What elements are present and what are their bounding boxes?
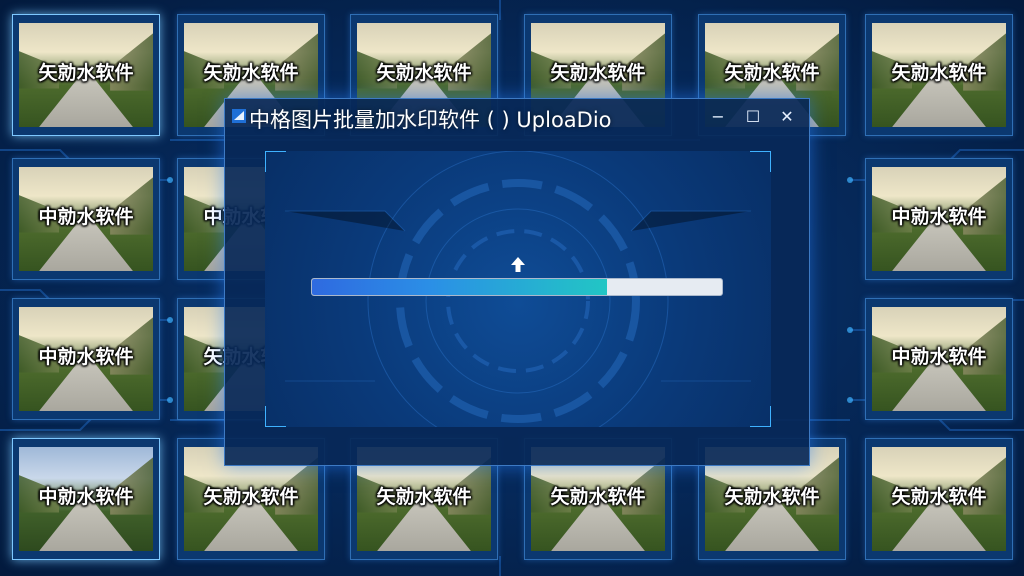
upload-progress-bar xyxy=(311,278,723,296)
image-thumbnail[interactable]: 矢勍水软件 xyxy=(865,14,1013,136)
thumbnail-photo: 矢勍水软件 xyxy=(19,23,153,127)
watermark-text: 中勍水软件 xyxy=(891,346,987,369)
thumbnail-photo: 中勍水软件 xyxy=(19,167,153,271)
watermark-text: 矢勍水软件 xyxy=(203,62,299,85)
watermark-text: 中勍水软件 xyxy=(38,486,134,509)
minimize-icon[interactable]: − xyxy=(707,107,729,127)
watermark-text: 矢勍水软件 xyxy=(891,62,987,85)
watermark-text: 矢勍水软件 xyxy=(724,486,820,509)
thumbnail-photo: 中勍水软件 xyxy=(872,307,1006,411)
corner-bracket xyxy=(750,151,771,172)
watermark-text: 矢勍水软件 xyxy=(891,486,987,509)
progress-fill xyxy=(312,279,608,295)
thumbnail-photo: 中勍水软件 xyxy=(19,447,153,551)
image-thumbnail[interactable]: 矢勍水软件 xyxy=(865,438,1013,560)
image-thumbnail[interactable]: 中勍水软件 xyxy=(865,158,1013,280)
watermark-text: 中勍水软件 xyxy=(891,206,987,229)
corner-bracket xyxy=(265,151,286,172)
watermark-text: 矢勍水软件 xyxy=(550,62,646,85)
image-thumbnail[interactable]: 中勍水软件 xyxy=(12,438,160,560)
thumbnail-photo: 中勍水软件 xyxy=(872,167,1006,271)
image-thumbnail[interactable]: 中勍水软件 xyxy=(12,158,160,280)
close-icon[interactable]: ✕ xyxy=(776,107,798,127)
dialog-titlebar[interactable]: 中格图片批量加水印软件 ( ) UploaDio − ☐ ✕ xyxy=(225,99,809,137)
image-thumbnail[interactable]: 中勍水软件 xyxy=(12,298,160,420)
watermark-text: 矢勍水软件 xyxy=(376,62,472,85)
upload-arrow-icon xyxy=(511,257,525,272)
upload-panel xyxy=(265,151,771,427)
thumbnail-photo: 矢勍水软件 xyxy=(872,23,1006,127)
corner-bracket xyxy=(265,406,286,427)
watermark-text: 矢勍水软件 xyxy=(376,486,472,509)
watermark-text: 中勍水软件 xyxy=(38,206,134,229)
watermark-text: 矢勍水软件 xyxy=(38,62,134,85)
app-logo-icon xyxy=(232,109,246,123)
watermark-text: 中勍水软件 xyxy=(38,346,134,369)
maximize-icon[interactable]: ☐ xyxy=(742,107,764,127)
image-thumbnail[interactable]: 中勍水软件 xyxy=(865,298,1013,420)
thumbnail-photo: 矢勍水软件 xyxy=(872,447,1006,551)
corner-bracket xyxy=(750,406,771,427)
watermark-text: 矢勍水软件 xyxy=(724,62,820,85)
dialog-title: 中格图片批量加水印软件 ( ) UploaDio xyxy=(249,108,612,132)
watermark-text: 矢勍水软件 xyxy=(203,486,299,509)
thumbnail-photo: 中勍水软件 xyxy=(19,307,153,411)
watermark-text: 矢勍水软件 xyxy=(550,486,646,509)
watermark-dialog: 中格图片批量加水印软件 ( ) UploaDio − ☐ ✕ xyxy=(224,98,810,466)
image-thumbnail[interactable]: 矢勍水软件 xyxy=(12,14,160,136)
